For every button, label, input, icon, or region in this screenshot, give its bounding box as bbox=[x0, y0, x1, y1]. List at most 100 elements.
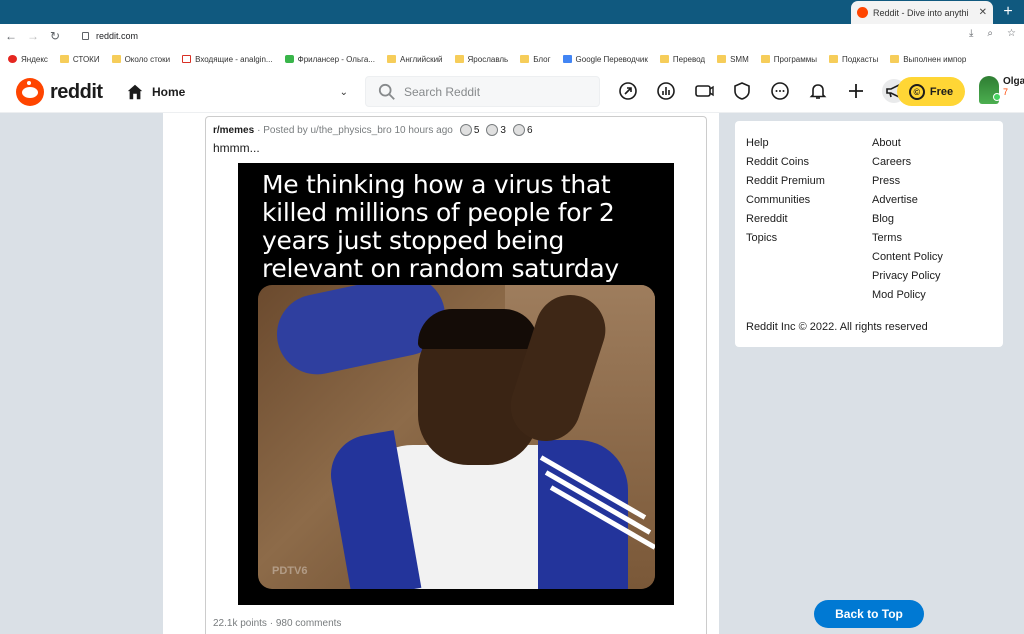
folder-icon bbox=[828, 55, 838, 63]
footer-link-advertise[interactable]: Advertise bbox=[872, 191, 943, 210]
bookmark-item[interactable]: Ярославль bbox=[454, 54, 509, 64]
reload-icon[interactable]: ↻ bbox=[44, 29, 66, 43]
copyright: Reddit Inc © 2022. All rights reserved bbox=[746, 321, 928, 333]
footer-link-press[interactable]: Press bbox=[872, 172, 943, 191]
footer-link-content-policy[interactable]: Content Policy bbox=[872, 248, 943, 267]
shield-icon[interactable] bbox=[730, 79, 754, 103]
close-tab-icon[interactable]: ✕ bbox=[979, 7, 987, 18]
bookmark-item[interactable]: Подкасты bbox=[828, 54, 879, 64]
footer-links-col-2: About Careers Press Advertise Blog Terms Conte… bbox=[872, 134, 943, 305]
bookmark-item[interactable]: Блог bbox=[520, 55, 551, 64]
footer-link-blog[interactable]: Blog bbox=[872, 210, 943, 229]
popular-icon[interactable] bbox=[616, 79, 640, 103]
logo-text: reddit bbox=[50, 80, 103, 103]
award-count: 3 bbox=[500, 124, 506, 136]
zoom-icon[interactable]: ⌕ bbox=[987, 28, 993, 39]
bookmark-item[interactable]: SMM bbox=[717, 55, 749, 64]
footer-link-reddit-premium[interactable]: Reddit Premium bbox=[746, 172, 825, 191]
stats-icon[interactable] bbox=[654, 79, 678, 103]
posted-by: · Posted by u/the_physics_bro 10 hours a… bbox=[257, 124, 453, 136]
folder-icon bbox=[760, 55, 770, 63]
home-dropdown[interactable]: Home ⌄ bbox=[126, 80, 348, 104]
bookmark-item[interactable]: Перевод bbox=[659, 54, 706, 64]
bookmark-item[interactable]: Фрилансер - Ольга... bbox=[284, 55, 375, 64]
footer-link-about[interactable]: About bbox=[872, 134, 943, 153]
folder-icon bbox=[717, 55, 727, 63]
footer-link-help[interactable]: Help bbox=[746, 134, 825, 153]
comments-link[interactable]: · 980 comments bbox=[270, 618, 342, 629]
bookmark-label: Яндекс bbox=[21, 54, 48, 64]
bookmark-star-icon[interactable]: ☆ bbox=[1007, 28, 1016, 39]
award-helpful[interactable]: 3 bbox=[486, 124, 506, 136]
award-wholesome[interactable]: 6 bbox=[512, 124, 533, 136]
post-meta: r/memes · Posted by u/the_physics_bro 10… bbox=[213, 124, 533, 136]
bookmark-label: Входящие - analgin... bbox=[195, 54, 273, 64]
folder-icon bbox=[890, 55, 900, 63]
search-input[interactable] bbox=[404, 84, 584, 99]
forward-arrow-icon[interactable]: → bbox=[22, 29, 44, 43]
footer-link-privacy-policy[interactable]: Privacy Policy bbox=[872, 267, 943, 286]
browser-tab-bar: Reddit - Dive into anything ✕ + bbox=[0, 0, 1024, 24]
bookmark-item[interactable]: Английский bbox=[386, 55, 443, 64]
karma-count: 7 bbox=[1003, 87, 1009, 97]
url-text[interactable]: reddit.com bbox=[96, 31, 138, 41]
new-tab-button[interactable]: + bbox=[999, 3, 1017, 21]
bookmark-item[interactable]: Выполнен импор bbox=[890, 55, 966, 64]
footer-link-mod-policy[interactable]: Mod Policy bbox=[872, 286, 943, 305]
bookmark-label: Выполнен импор bbox=[903, 54, 967, 64]
video-icon[interactable] bbox=[692, 79, 716, 103]
lock-icon[interactable] bbox=[82, 32, 89, 40]
user-menu[interactable]: Olga 7 bbox=[979, 76, 1024, 104]
bookmark-item[interactable]: Яндекс bbox=[8, 55, 48, 64]
award-count: 6 bbox=[526, 124, 533, 136]
footer-link-careers[interactable]: Careers bbox=[872, 153, 943, 172]
award-icon bbox=[486, 124, 499, 136]
bookmark-label: Программы bbox=[773, 54, 817, 64]
bookmark-label: Перевод bbox=[672, 54, 706, 64]
bookmark-item[interactable]: Google Переводчик bbox=[562, 54, 648, 64]
free-coins-button[interactable]: © Free bbox=[897, 77, 965, 106]
back-to-top-button[interactable]: Back to Top bbox=[814, 600, 924, 628]
folder-icon bbox=[111, 55, 121, 63]
meme-caption: Me thinking how a virus that killed mill… bbox=[262, 170, 619, 283]
points: 22.1k points bbox=[213, 618, 267, 629]
meme-image[interactable]: Me thinking how a virus that killed mill… bbox=[238, 163, 674, 605]
browser-tab[interactable]: Reddit - Dive into anything ✕ bbox=[851, 1, 993, 24]
footer-link-topics[interactable]: Topics bbox=[746, 229, 825, 248]
post-card[interactable]: r/memes · Posted by u/the_physics_bro 10… bbox=[205, 116, 707, 634]
omnibox[interactable]: reddit.com bbox=[74, 27, 964, 45]
bookmark-label: Около стоки bbox=[124, 54, 171, 64]
post-footer: 22.1k points · 980 comments bbox=[213, 618, 341, 629]
bookmark-item[interactable]: Программы bbox=[760, 54, 817, 64]
bookmark-label: Ярославль bbox=[467, 54, 509, 64]
footer-link-rereddit[interactable]: Rereddit bbox=[746, 210, 825, 229]
award-count: 5 bbox=[473, 124, 480, 136]
back-arrow-icon[interactable]: ← bbox=[0, 29, 22, 43]
gmail-icon bbox=[182, 55, 192, 63]
bookmark-item[interactable]: Около стоки bbox=[111, 54, 171, 64]
photo-hair bbox=[418, 309, 538, 349]
search-bar[interactable] bbox=[365, 76, 600, 107]
bookmark-label: Google Переводчик bbox=[575, 54, 648, 64]
bell-icon[interactable] bbox=[806, 79, 830, 103]
coin-icon: © bbox=[908, 83, 925, 100]
bookmark-item[interactable]: Входящие - analgin... bbox=[182, 55, 273, 64]
search-icon bbox=[378, 83, 395, 100]
post-title[interactable]: hmmm... bbox=[213, 141, 260, 155]
bookmark-label: SMM bbox=[730, 54, 749, 64]
footer-link-communities[interactable]: Communities bbox=[746, 191, 825, 210]
footer-link-reddit-coins[interactable]: Reddit Coins bbox=[746, 153, 825, 172]
plus-icon[interactable] bbox=[844, 79, 868, 103]
user-name: Olga bbox=[1003, 76, 1024, 87]
award-silver[interactable]: 5 bbox=[459, 124, 480, 136]
subreddit-link[interactable]: r/memes bbox=[213, 125, 254, 136]
folder-icon bbox=[520, 55, 530, 63]
chat-icon[interactable] bbox=[768, 79, 792, 103]
bookmark-label: Подкасты bbox=[841, 54, 879, 64]
watermark: PDTV6 bbox=[272, 565, 308, 577]
award-icon bbox=[512, 124, 525, 136]
footer-link-terms[interactable]: Terms bbox=[872, 229, 943, 248]
download-icon[interactable]: ⤓ bbox=[969, 28, 973, 39]
reddit-logo[interactable]: reddit bbox=[16, 78, 103, 106]
bookmark-item[interactable]: СТОКИ bbox=[59, 55, 100, 64]
